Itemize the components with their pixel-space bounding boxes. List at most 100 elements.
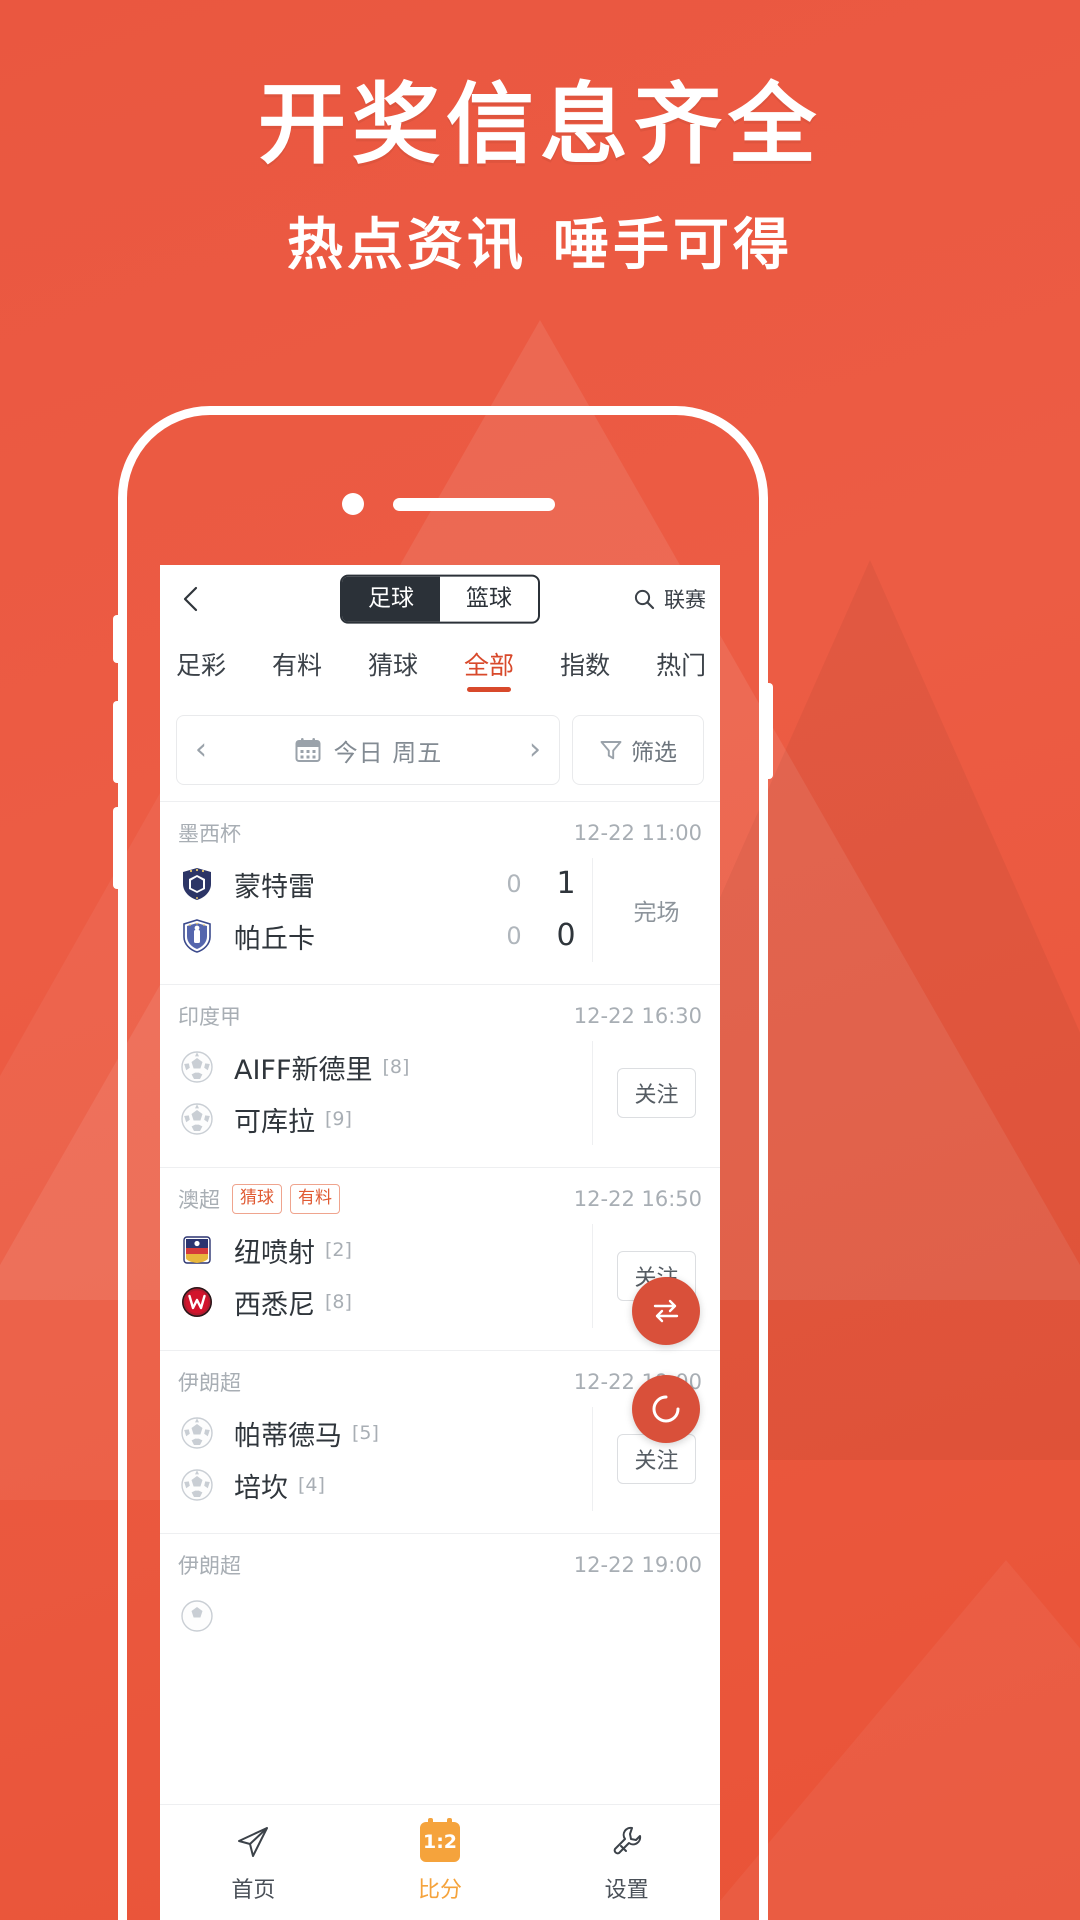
phone-power-button — [767, 683, 773, 779]
promo-subheadline: 热点资讯 唾手可得 — [0, 211, 1080, 278]
newcastle-jets-crest-icon — [178, 1231, 216, 1269]
segment-football[interactable]: 足球 — [342, 576, 440, 622]
match-league: 伊朗超 — [178, 1371, 241, 1395]
match-time: 12-22 16:50 — [573, 1187, 702, 1211]
league-search-label: 联赛 — [664, 588, 706, 612]
home-team-rank: [8] — [382, 1056, 410, 1078]
sport-segmented-control[interactable]: 足球 篮球 — [340, 574, 540, 624]
paper-plane-icon — [233, 1822, 273, 1862]
home-team-rank: [5] — [352, 1422, 379, 1444]
chevron-left-icon — [183, 586, 198, 612]
promo-text-block: 开奖信息齐全 热点资讯 唾手可得 — [0, 75, 1080, 278]
football-icon — [178, 1048, 216, 1086]
tab-quanbu[interactable]: 全部 — [464, 646, 514, 692]
home-half-score: 0 — [506, 870, 522, 898]
date-display[interactable]: 今日 周五 — [294, 733, 443, 768]
refresh-button[interactable] — [632, 1375, 700, 1443]
halftime-score-column: 0 0 — [488, 858, 540, 962]
league-search-button[interactable]: 联赛 — [632, 584, 706, 614]
football-icon — [178, 1597, 216, 1635]
match-league: 墨西杯 — [178, 822, 241, 846]
phone-speaker-grill — [393, 498, 555, 511]
match-meta: 墨西杯 12-22 11:00 — [160, 802, 720, 852]
match-league: 伊朗超 — [178, 1554, 241, 1578]
match-body — [160, 1584, 720, 1660]
filter-label: 筛选 — [631, 740, 677, 766]
football-icon — [178, 1100, 216, 1138]
match-teams: AIFF新德里 [8] 可库拉 [9] — [160, 1041, 592, 1145]
match-league: 澳超 — [178, 1188, 220, 1212]
phone-camera-dot — [342, 493, 364, 515]
follow-button[interactable]: 关注 — [617, 1068, 696, 1118]
tab-youliao[interactable]: 有料 — [272, 646, 322, 692]
away-team-name: 培坎 — [234, 1472, 288, 1504]
refresh-circle-icon — [652, 1395, 680, 1423]
match-body: AIFF新德里 [8] 可库拉 [9] 关注 — [160, 1035, 720, 1163]
pachuca-crest-icon — [178, 917, 216, 955]
match-row[interactable]: 墨西杯 12-22 11:00 蒙特雷 帕丘卡 0 0 1 0 完场 — [160, 801, 720, 984]
home-team-name: 帕蒂德马 — [234, 1420, 342, 1452]
tabbar-item-settings[interactable]: 设置 — [533, 1805, 720, 1920]
away-team-row: 帕丘卡 — [178, 910, 488, 962]
match-scores: 0 0 1 0 — [488, 858, 592, 962]
match-status: 关注 — [592, 1041, 720, 1145]
away-team-name: 可库拉 — [234, 1106, 315, 1138]
date-next-button[interactable]: › — [529, 735, 541, 765]
away-team-rank: [4] — [298, 1474, 325, 1496]
away-team-rank: [8] — [325, 1291, 352, 1313]
swap-arrows-icon — [653, 1299, 679, 1323]
away-team-rank: [9] — [325, 1108, 352, 1130]
western-sydney-crest-icon — [178, 1283, 216, 1321]
match-teams — [160, 1590, 720, 1642]
match-body: 蒙特雷 帕丘卡 0 0 1 0 完场 — [160, 852, 720, 980]
away-half-score: 0 — [506, 922, 522, 950]
away-team-name: 帕丘卡 — [234, 923, 315, 955]
promo-subheadline-left: 热点资讯 — [287, 212, 527, 276]
search-icon — [634, 589, 655, 610]
category-tab-bar[interactable]: 足彩 有料 猜球 全部 指数 热门 串 — [160, 633, 720, 705]
match-meta: 印度甲 12-22 16:30 — [160, 985, 720, 1035]
date-prev-button[interactable]: ‹ — [195, 735, 207, 765]
app-screen: 足球 篮球 联赛 足彩 有料 猜球 全部 指数 热门 串 ‹ — [160, 565, 720, 1920]
match-row[interactable]: 印度甲 12-22 16:30 AIFF新德里 [8] 可库拉 [9] 关注 — [160, 984, 720, 1167]
match-teams: 帕蒂德马 [5] 培坎 [4] — [160, 1407, 592, 1511]
match-status: 完场 — [592, 858, 720, 962]
match-row[interactable]: 伊朗超 12-22 19:00 — [160, 1350, 720, 1533]
date-filter-bar: ‹ 今日 周五 › 筛选 — [160, 705, 720, 801]
match-meta: 伊朗超 12-22 19:00 — [160, 1534, 720, 1584]
match-meta: 澳超 猜球 有料 12-22 16:50 — [160, 1168, 720, 1218]
filter-button[interactable]: 筛选 — [572, 715, 704, 785]
match-list: 墨西杯 12-22 11:00 蒙特雷 帕丘卡 0 0 1 0 完场 印度甲 1… — [160, 801, 720, 1664]
chip-caiqiu[interactable]: 猜球 — [232, 1184, 282, 1214]
match-row[interactable]: 伊朗超 12-22 19:00 — [160, 1533, 720, 1664]
monterrey-crest-icon — [178, 865, 216, 903]
promo-subheadline-right: 唾手可得 — [553, 212, 793, 276]
date-picker[interactable]: ‹ 今日 周五 › — [176, 715, 560, 785]
match-time: 12-22 11:00 — [573, 821, 702, 845]
chip-youliao[interactable]: 有料 — [290, 1184, 340, 1214]
home-team-name: 纽喷射 — [234, 1237, 315, 1269]
fulltime-score-column: 1 0 — [540, 858, 592, 962]
tab-zucai[interactable]: 足彩 — [176, 646, 226, 692]
tab-zhishu[interactable]: 指数 — [560, 646, 610, 692]
tabbar-item-home[interactable]: 首页 — [160, 1805, 347, 1920]
swap-order-button[interactable] — [632, 1277, 700, 1345]
segment-basketball[interactable]: 篮球 — [440, 577, 538, 622]
phone-volume-up-button — [113, 701, 119, 783]
tab-caiqiu[interactable]: 猜球 — [368, 646, 418, 692]
status-badge: 完场 — [633, 900, 680, 926]
home-team-row — [178, 1590, 720, 1642]
match-time: 12-22 16:30 — [573, 1004, 702, 1028]
home-team-row: AIFF新德里 [8] — [178, 1041, 592, 1093]
bottom-tab-bar: 首页 1:2 比分 设置 — [160, 1804, 720, 1920]
home-team-row: 纽喷射 [2] — [178, 1224, 592, 1276]
tab-remen[interactable]: 热门 — [656, 646, 706, 692]
back-button[interactable] — [174, 582, 208, 616]
date-label: 今日 周五 — [333, 738, 443, 767]
home-team-name: 蒙特雷 — [234, 871, 315, 903]
home-team-row: 蒙特雷 — [178, 858, 488, 910]
score-badge-value: 1:2 — [420, 1817, 460, 1862]
away-team-row: 培坎 [4] — [178, 1459, 592, 1511]
filter-icon — [600, 741, 622, 760]
tabbar-item-score[interactable]: 1:2 比分 — [347, 1805, 534, 1920]
